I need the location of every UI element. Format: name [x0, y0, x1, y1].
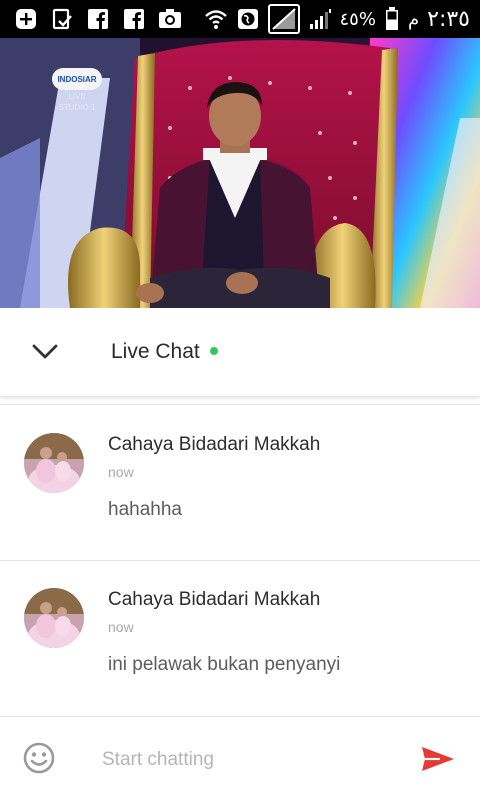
add-box-icon — [14, 7, 38, 31]
collapse-chat-button[interactable] — [28, 336, 62, 368]
message-text: hahahha — [108, 499, 182, 520]
send-button[interactable] — [420, 741, 456, 777]
chat-message: Cahaya Bidadari Makkah now ini pelawak b… — [0, 561, 480, 716]
video-player[interactable]: INDOSIAR LIVE STUDIO 1 — [0, 38, 480, 308]
send-icon — [422, 747, 454, 771]
avatar[interactable] — [24, 588, 84, 648]
divider — [0, 404, 480, 405]
message-time: now — [108, 464, 134, 480]
message-author: Cahaya Bidadari Makkah — [108, 589, 321, 610]
clipboard-check-icon — [50, 7, 74, 31]
live-status-dot — [210, 347, 218, 355]
emoji-icon — [23, 742, 55, 774]
message-text: ini pelawak bukan penyanyi — [108, 654, 341, 675]
status-bar: ٤٥% م ٢:٣٥ — [0, 0, 480, 38]
no-signal-icon — [267, 4, 300, 34]
camera-icon — [158, 7, 182, 31]
channel-logo-badge: INDOSIAR — [52, 68, 102, 90]
wifi-icon — [204, 7, 228, 31]
message-author: Cahaya Bidadari Makkah — [108, 434, 321, 455]
chat-title: Live Chat — [111, 340, 200, 363]
message-time: now — [108, 619, 134, 635]
chat-header: Live Chat — [0, 308, 480, 397]
avatar-image — [24, 588, 84, 648]
channel-logo: INDOSIAR LIVE STUDIO 1 — [52, 68, 102, 112]
chat-message: Cahaya Bidadari Makkah now hahahha — [0, 406, 480, 561]
avatar[interactable] — [24, 433, 84, 493]
globe-icon — [236, 7, 260, 31]
chat-input-bar — [0, 716, 480, 801]
facebook-icon — [122, 7, 146, 31]
chat-input[interactable] — [100, 743, 394, 777]
battery-percent: ٤٥% — [339, 8, 376, 30]
status-time: ٢:٣٥ — [427, 6, 470, 32]
facebook-icon — [86, 7, 110, 31]
battery-icon — [384, 7, 400, 31]
avatar-image — [24, 433, 84, 493]
emoji-button[interactable] — [22, 741, 56, 775]
status-ampm: م — [407, 8, 420, 30]
signal-icon — [308, 7, 332, 31]
chevron-down-icon — [32, 344, 58, 359]
channel-logo-studio: STUDIO 1 — [58, 103, 96, 112]
channel-logo-live: LIVE — [68, 92, 86, 101]
